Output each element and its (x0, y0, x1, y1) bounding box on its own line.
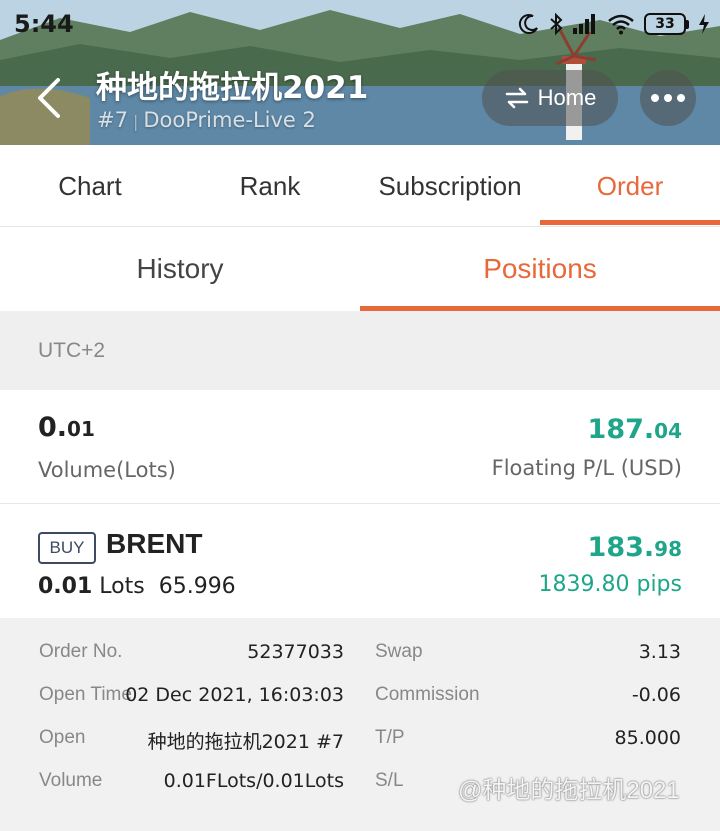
more-options-icon[interactable] (640, 70, 696, 126)
sl-label: S/L (375, 770, 404, 791)
signal-icon (573, 14, 595, 34)
back-arrow-icon[interactable] (30, 75, 70, 121)
position-lots: 0.01 Lots 65.996 (38, 574, 236, 599)
timezone-label: UTC+2 (38, 339, 106, 362)
open-time-value: 02 Dec 2021, 16:03:03 (125, 684, 344, 706)
position-symbol: BRENT (106, 528, 203, 559)
tp-value: 85.000 (614, 727, 681, 749)
battery-icon: 33 (644, 13, 689, 35)
charging-icon (699, 14, 709, 34)
home-button-label: Home (537, 85, 597, 110)
trader-subtitle: #7 | DooPrime-Live 2 (97, 108, 316, 132)
watermark: @种地的拖拉机2021 (458, 777, 680, 804)
position-pips: 1839.80 pips (538, 572, 682, 597)
open-label: Open (39, 727, 86, 748)
tab-positions[interactable]: Positions (360, 227, 720, 311)
main-tabs: Chart Rank Subscription Order (0, 145, 720, 227)
trader-rank: #7 (97, 108, 128, 132)
home-button[interactable]: Home (482, 70, 618, 126)
profile-header: 5:44 33 种地的拖拉机2021 #7 | DooPrime-Live 2 Ho… (0, 0, 720, 145)
timezone-bar: UTC+2 (0, 311, 720, 390)
trader-server: DooPrime-Live 2 (143, 108, 316, 132)
volume-value: 0.01FLots/0.01Lots (163, 770, 344, 792)
tab-rank[interactable]: Rank (180, 145, 360, 227)
open-value: 种地的拖拉机2021 #7 (147, 731, 344, 753)
status-time: 5:44 (14, 10, 74, 38)
tab-chart[interactable]: Chart (0, 145, 180, 227)
trader-name: 种地的拖拉机2021 (96, 70, 369, 106)
swap-label: Swap (375, 641, 423, 662)
position-profit: 183.98 (587, 532, 682, 563)
swap-value: 3.13 (638, 641, 681, 663)
wifi-icon (608, 14, 634, 35)
battery-level: 33 (644, 13, 686, 35)
volume-label: Volume (39, 770, 103, 791)
open-price: 65.996 (158, 574, 236, 599)
tab-order[interactable]: Order (540, 145, 720, 227)
position-card[interactable]: BUY BRENT 0.01 Lots 65.996 183.98 1839.8… (0, 504, 720, 618)
order-no-value: 52377033 (247, 641, 344, 663)
status-bar: 5:44 33 (0, 0, 720, 48)
moon-icon (518, 14, 538, 35)
commission-value: -0.06 (631, 684, 681, 706)
commission-label: Commission (375, 684, 480, 705)
floating-pl: 187.04 (587, 414, 682, 445)
total-volume-label: Volume(Lots) (38, 458, 176, 482)
swap-arrows-icon (505, 87, 528, 109)
order-no-label: Order No. (39, 641, 123, 662)
tab-history[interactable]: History (0, 227, 360, 311)
status-icons: 33 (518, 12, 710, 36)
side-badge: BUY (38, 532, 96, 564)
open-time-label: Open Time (39, 684, 132, 705)
order-sub-tabs: History Positions (0, 227, 720, 311)
tab-subscription[interactable]: Subscription (360, 145, 540, 227)
bluetooth-icon (550, 12, 563, 36)
positions-summary: 0.01 Volume(Lots) 187.04 Floating P/L (U… (0, 390, 720, 504)
floating-pl-label: Floating P/L (USD) (491, 456, 682, 480)
tp-label: T/P (375, 727, 405, 748)
total-volume: 0.01 (38, 412, 95, 443)
